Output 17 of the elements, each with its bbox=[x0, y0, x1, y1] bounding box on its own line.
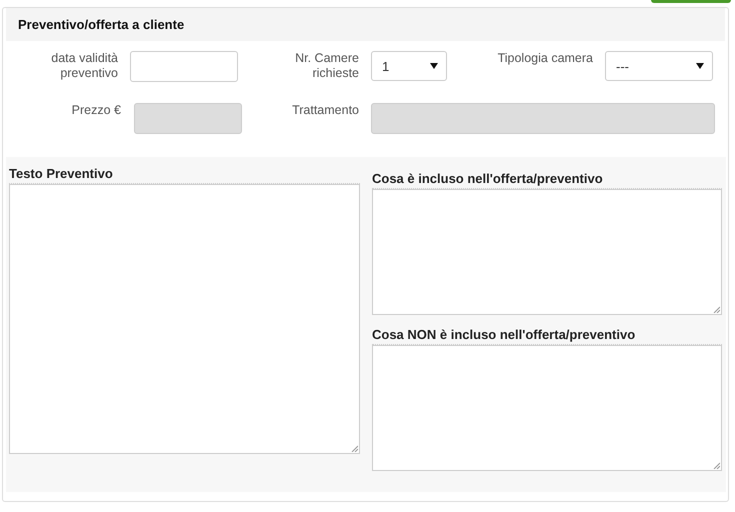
resize-grip-icon bbox=[713, 462, 720, 469]
input-field[interactable] bbox=[130, 51, 238, 82]
dropdown[interactable]: 1 bbox=[371, 51, 447, 81]
caret-icon bbox=[696, 63, 704, 69]
field-label: Prezzo € bbox=[70, 103, 121, 118]
text-area[interactable] bbox=[372, 189, 722, 315]
panel-title: Preventivo/offerta a cliente bbox=[18, 17, 184, 32]
field-label: Tipologia camera bbox=[496, 51, 593, 66]
field-label: Nr. Camere richieste bbox=[294, 51, 359, 81]
field-label: data validità preventivo bbox=[50, 51, 118, 81]
text-area[interactable] bbox=[372, 345, 722, 471]
resize-grip-icon bbox=[713, 306, 720, 313]
field-label: Trattamento bbox=[291, 103, 359, 118]
resize-grip-icon bbox=[351, 445, 358, 452]
caret-icon bbox=[430, 63, 438, 69]
dropdown[interactable]: --- bbox=[605, 51, 713, 81]
text-area[interactable] bbox=[9, 184, 360, 454]
